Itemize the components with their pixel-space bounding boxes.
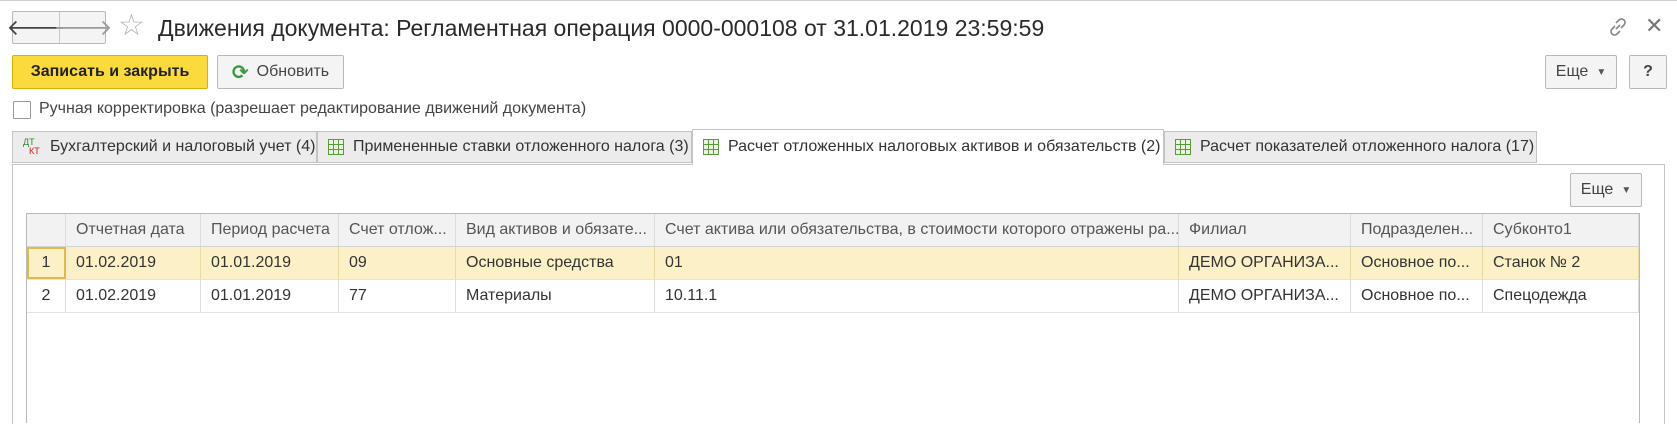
help-label: ? xyxy=(1643,63,1653,80)
close-icon[interactable]: ✕ xyxy=(1645,12,1663,40)
table-cell[interactable]: Материалы xyxy=(456,280,655,312)
caret-down-icon: ▼ xyxy=(1596,66,1607,78)
refresh-button[interactable]: ⟳ Обновить xyxy=(217,55,344,89)
column-header[interactable]: Вид активов и обязате... xyxy=(456,214,655,246)
table-cell[interactable]: ДЕМО ОРГАНИЗА... xyxy=(1179,247,1351,279)
more-menu-button[interactable]: Еще ▼ xyxy=(1545,55,1617,89)
grid-more-menu-button[interactable]: Еще ▼ xyxy=(1570,173,1642,207)
table-cell[interactable]: ДЕМО ОРГАНИЗА... xyxy=(1179,280,1351,312)
table-row[interactable]: 1 01.02.2019 01.01.2019 09 Основные сред… xyxy=(27,247,1639,280)
window-title: Движения документа: Регламентная операци… xyxy=(158,15,1045,41)
save-and-close-button[interactable]: Записать и закрыть xyxy=(12,55,208,89)
tab-label: Расчет отложенных налоговых активов и об… xyxy=(728,138,1161,155)
movements-table[interactable]: Отчетная дата Период расчета Счет отлож.… xyxy=(26,213,1640,423)
column-header[interactable]: Филиал xyxy=(1179,214,1351,246)
column-header[interactable]: Период расчета xyxy=(201,214,339,246)
table-cell[interactable]: 01.01.2019 xyxy=(201,280,339,312)
column-header[interactable]: Счет отлож... xyxy=(339,214,456,246)
tab-applied-rates[interactable]: Примененные ставки отложенного налога (3… xyxy=(317,131,692,163)
table-cell[interactable]: Основное по... xyxy=(1351,247,1483,279)
table-cell[interactable]: Станок № 2 xyxy=(1483,247,1639,279)
manual-edit-label[interactable]: Ручная корректировка (разрешает редактир… xyxy=(39,99,586,119)
top-border xyxy=(0,0,1677,1)
table-cell[interactable]: 2 xyxy=(27,280,66,312)
tab-label: Расчет показателей отложенного налога (1… xyxy=(1200,138,1535,155)
table-cell[interactable]: 01.02.2019 xyxy=(66,280,201,312)
table-row[interactable]: 2 01.02.2019 01.01.2019 77 Материалы 10.… xyxy=(27,280,1639,313)
manual-edit-checkbox[interactable] xyxy=(13,101,31,119)
table-cell[interactable]: Основные средства xyxy=(456,247,655,279)
refresh-label: Обновить xyxy=(256,63,330,80)
forward-button[interactable]: 🡒 xyxy=(54,12,113,43)
table-cell[interactable]: 77 xyxy=(339,280,456,312)
tab-deferred-assets[interactable]: Расчет отложенных налоговых активов и об… xyxy=(692,129,1164,165)
table-cell[interactable]: 1 xyxy=(27,247,66,279)
column-header[interactable]: Счет актива или обязательства, в стоимос… xyxy=(655,214,1179,246)
table-header: Отчетная дата Период расчета Счет отлож.… xyxy=(27,214,1639,247)
table-icon xyxy=(1175,139,1191,155)
link-icon[interactable] xyxy=(1606,15,1630,39)
table-cell[interactable]: 01.01.2019 xyxy=(201,247,339,279)
table-cell[interactable]: Спецодежда xyxy=(1483,280,1639,312)
column-header[interactable]: Отчетная дата xyxy=(66,214,201,246)
arrow-right-icon: 🡒 xyxy=(53,14,113,40)
more-label: Еще xyxy=(1580,181,1614,198)
tab-accounting[interactable]: ДТ КТ Бухгалтерский и налоговый учет (4) xyxy=(12,131,317,163)
tab-deferred-indicators[interactable]: Расчет показателей отложенного налога (1… xyxy=(1164,131,1537,163)
column-header[interactable]: Субконто1 xyxy=(1483,214,1639,246)
table-cell[interactable]: 01 xyxy=(655,247,1179,279)
help-button[interactable]: ? xyxy=(1629,55,1667,89)
favorite-star-icon[interactable]: ☆ xyxy=(118,10,145,42)
table-cell[interactable]: Основное по... xyxy=(1351,280,1483,312)
tab-label: Примененные ставки отложенного налога (3… xyxy=(353,138,689,155)
table-icon xyxy=(328,139,344,155)
column-header[interactable] xyxy=(27,214,66,246)
table-icon xyxy=(703,139,719,155)
table-cell[interactable]: 10.11.1 xyxy=(655,280,1179,312)
nav-buttons: 🡐 🡒 xyxy=(7,11,113,44)
dt-kt-icon: ДТ КТ xyxy=(23,137,40,156)
more-label: Еще xyxy=(1555,63,1589,80)
back-button[interactable]: 🡐 xyxy=(7,12,66,43)
table-cell[interactable]: 01.02.2019 xyxy=(66,247,201,279)
caret-down-icon: ▼ xyxy=(1621,184,1632,196)
tab-label: Бухгалтерский и налоговый учет (4) xyxy=(50,138,316,155)
save-and-close-label: Записать и закрыть xyxy=(30,63,190,80)
table-cell[interactable]: 09 xyxy=(339,247,456,279)
refresh-icon: ⟳ xyxy=(231,61,249,84)
column-header[interactable]: Подразделен... xyxy=(1351,214,1483,246)
